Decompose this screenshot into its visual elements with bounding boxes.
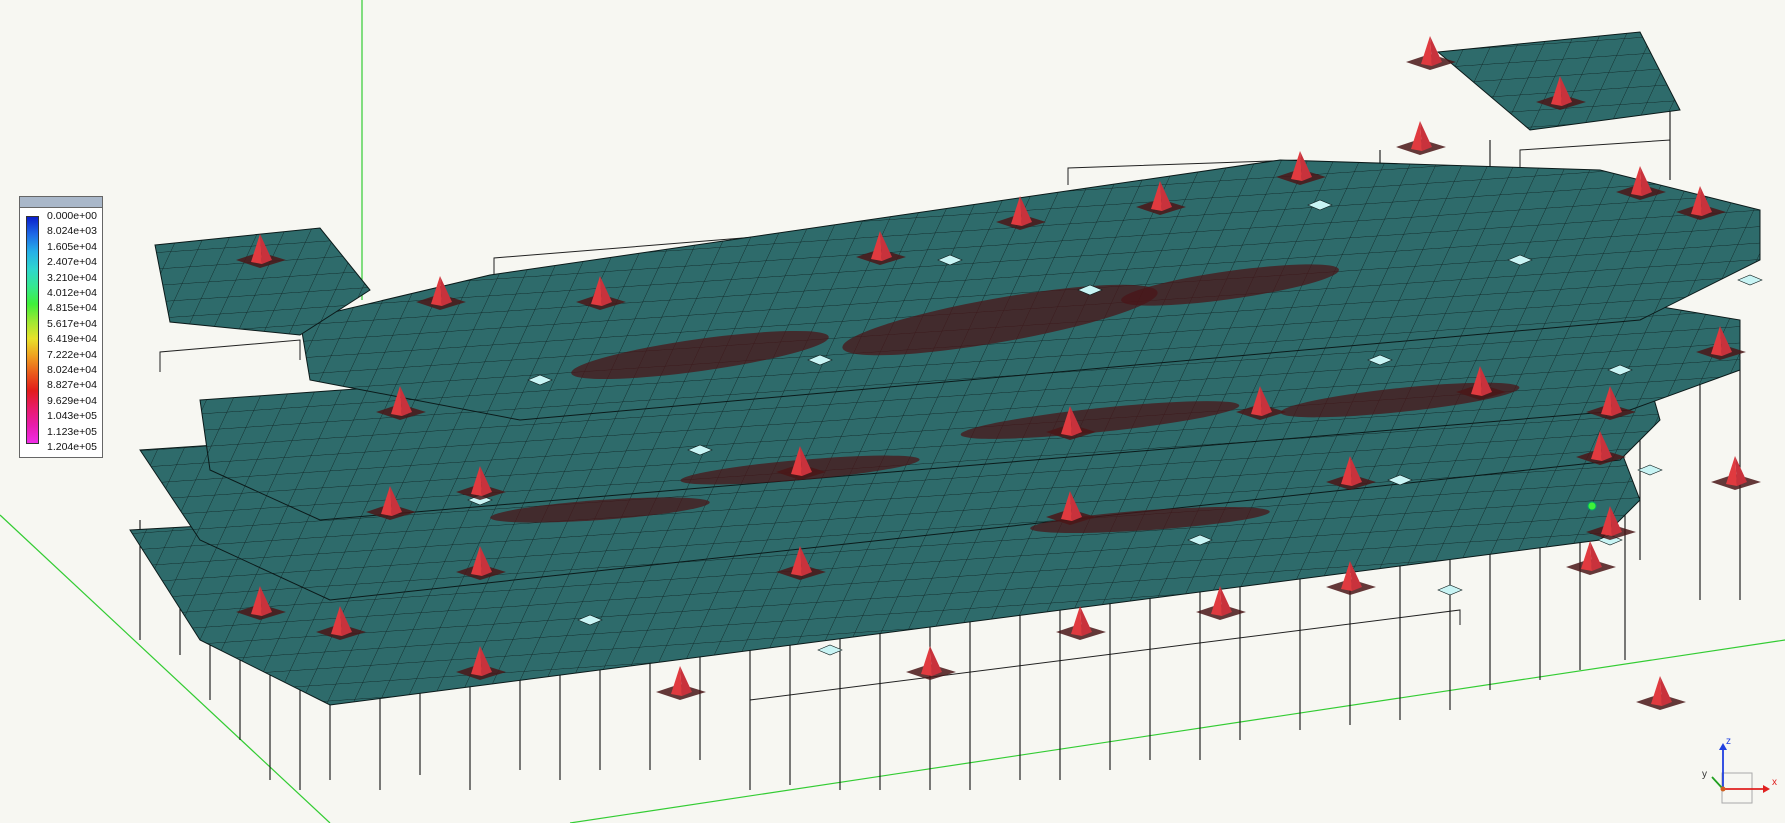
- legend-label: 1.043e+05: [47, 410, 97, 423]
- legend-label: 1.123e+05: [47, 425, 97, 438]
- stress-peak: [1396, 121, 1446, 155]
- legend-label: 5.617e+04: [47, 317, 97, 330]
- legend-label: 9.629e+04: [47, 394, 97, 407]
- legend-label: 4.012e+04: [47, 287, 97, 299]
- light-patch: [817, 644, 843, 656]
- legend-label: 7.222e+04: [47, 348, 97, 361]
- legend-label: 2.407e+04: [47, 256, 97, 269]
- x-axis-label: x: [1772, 777, 1777, 788]
- light-patch: [1437, 584, 1463, 596]
- legend-label: 0.000e+00: [47, 210, 97, 222]
- legend-label: 3.210e+04: [47, 271, 97, 284]
- contour-legend[interactable]: 0.000e+00 8.024e+03 1.605e+04 2.407e+04 3.21…: [19, 196, 103, 458]
- stress-peak: [656, 666, 706, 700]
- stress-peak: [1056, 606, 1106, 640]
- light-patch: [1637, 464, 1663, 476]
- stress-peak: [1711, 456, 1761, 490]
- axis-triad[interactable]: x y z: [1690, 733, 1785, 823]
- legend-label: 6.419e+04: [47, 333, 97, 346]
- legend-label: 4.815e+04: [47, 302, 97, 315]
- y-axis-label: y: [1702, 769, 1707, 780]
- axis-cube: [1721, 772, 1753, 804]
- 3d-model-viewport[interactable]: [0, 0, 1785, 823]
- light-patch: [1737, 274, 1763, 286]
- legend-color-bar: [26, 216, 39, 444]
- stress-peak: [1636, 676, 1686, 710]
- axis-origin: [1720, 786, 1726, 792]
- z-axis-label: z: [1726, 736, 1731, 747]
- selected-node-marker[interactable]: [1587, 501, 1597, 511]
- legend-label: 1.204e+05: [47, 441, 97, 453]
- legend-label: 8.024e+04: [47, 364, 97, 376]
- legend-label: 8.024e+03: [47, 225, 97, 238]
- legend-label: 1.605e+04: [47, 240, 97, 253]
- deformed-slabs: [129, 31, 1761, 706]
- x-axis-arrow: [1763, 785, 1770, 793]
- stress-peak: [1566, 541, 1616, 575]
- legend-label: 8.827e+04: [47, 379, 97, 392]
- legend-title-bar[interactable]: [20, 197, 102, 208]
